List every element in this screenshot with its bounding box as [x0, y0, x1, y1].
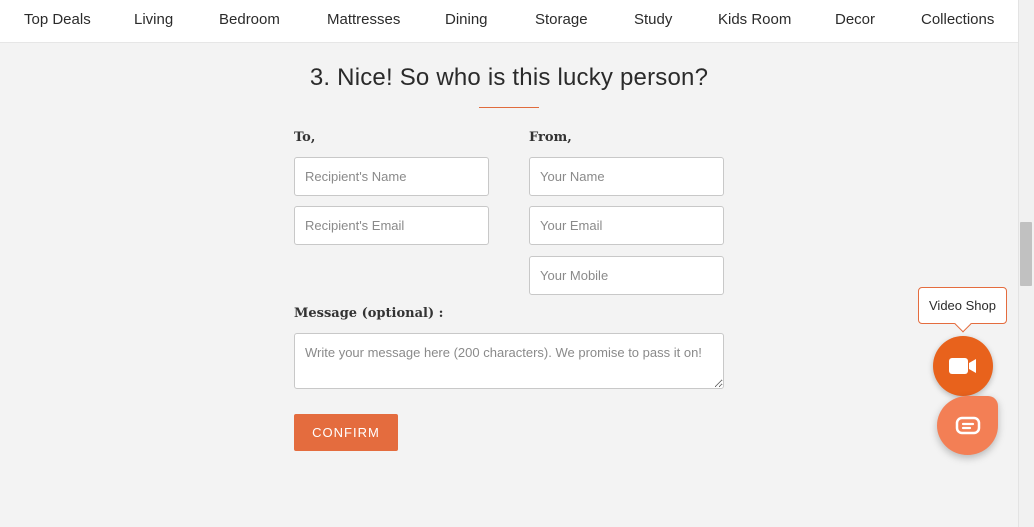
heading-underline [479, 107, 539, 108]
to-label: To, [294, 130, 316, 145]
top-navigation: Top Deals Living Bedroom Mattresses Dini… [0, 0, 1018, 43]
nav-item-kids-room[interactable]: Kids Room [718, 11, 791, 28]
video-shop-button[interactable] [933, 336, 993, 396]
message-textarea[interactable] [294, 333, 724, 389]
nav-item-top-deals[interactable]: Top Deals [24, 11, 91, 28]
nav-item-storage[interactable]: Storage [535, 11, 588, 28]
confirm-button[interactable]: CONFIRM [294, 414, 398, 451]
nav-item-mattresses[interactable]: Mattresses [327, 11, 400, 28]
nav-item-dining[interactable]: Dining [445, 11, 488, 28]
nav-item-decor[interactable]: Decor [835, 11, 875, 28]
video-shop-tooltip[interactable]: Video Shop [918, 287, 1007, 324]
nav-item-bedroom[interactable]: Bedroom [219, 11, 280, 28]
your-email-input[interactable] [529, 206, 724, 245]
chat-button[interactable] [937, 396, 998, 455]
nav-item-collections[interactable]: Collections [921, 11, 994, 28]
your-mobile-input[interactable] [529, 256, 724, 295]
chat-bubble-icon [955, 416, 980, 434]
scrollbar-thumb[interactable] [1020, 222, 1032, 286]
video-shop-label: Video Shop [929, 298, 996, 313]
section-heading: 3. Nice! So who is this lucky person? [309, 64, 709, 91]
nav-item-study[interactable]: Study [634, 11, 672, 28]
video-camera-icon [949, 358, 976, 374]
message-label: Message (optional) : [294, 306, 444, 321]
from-label: From, [529, 130, 572, 145]
recipient-email-input[interactable] [294, 206, 489, 245]
page-scrollbar[interactable] [1018, 0, 1034, 527]
nav-item-living[interactable]: Living [134, 11, 173, 28]
recipient-name-input[interactable] [294, 157, 489, 196]
your-name-input[interactable] [529, 157, 724, 196]
